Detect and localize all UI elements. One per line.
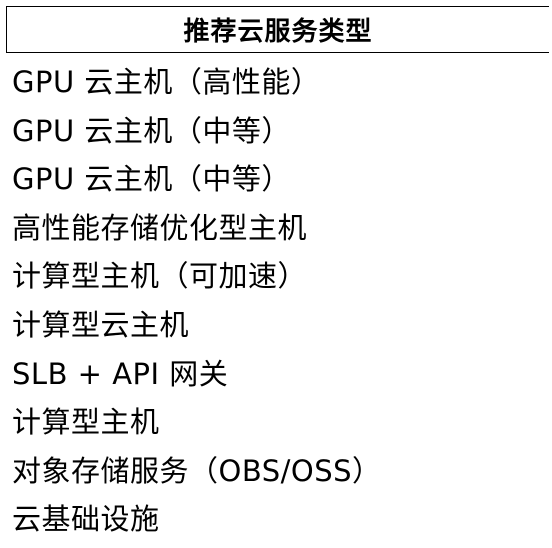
table-row: 计算型主机 bbox=[12, 405, 160, 440]
table-header-cell: 推荐云服务类型 bbox=[6, 6, 549, 53]
table-row: GPU 云主机（中等） bbox=[12, 113, 291, 148]
table-row: GPU 云主机（中等） bbox=[12, 162, 291, 197]
column-header-recommended-cloud-service-type: 推荐云服务类型 bbox=[183, 17, 373, 47]
table-row: 云基础设施 bbox=[12, 502, 160, 537]
table-row: 计算型主机（可加速） bbox=[12, 259, 308, 294]
table-row: 高性能存储优化型主机 bbox=[12, 210, 308, 245]
table-row: 计算型云主机 bbox=[12, 307, 190, 342]
table-row: GPU 云主机（高性能） bbox=[12, 65, 321, 99]
table-row: 对象存储服务（OBS/OSS） bbox=[12, 453, 382, 488]
table-row: SLB + API 网关 bbox=[12, 356, 229, 391]
service-type-list: GPU 云主机（高性能） GPU 云主机（中等） GPU 云主机（中等） 高性能… bbox=[12, 62, 552, 548]
